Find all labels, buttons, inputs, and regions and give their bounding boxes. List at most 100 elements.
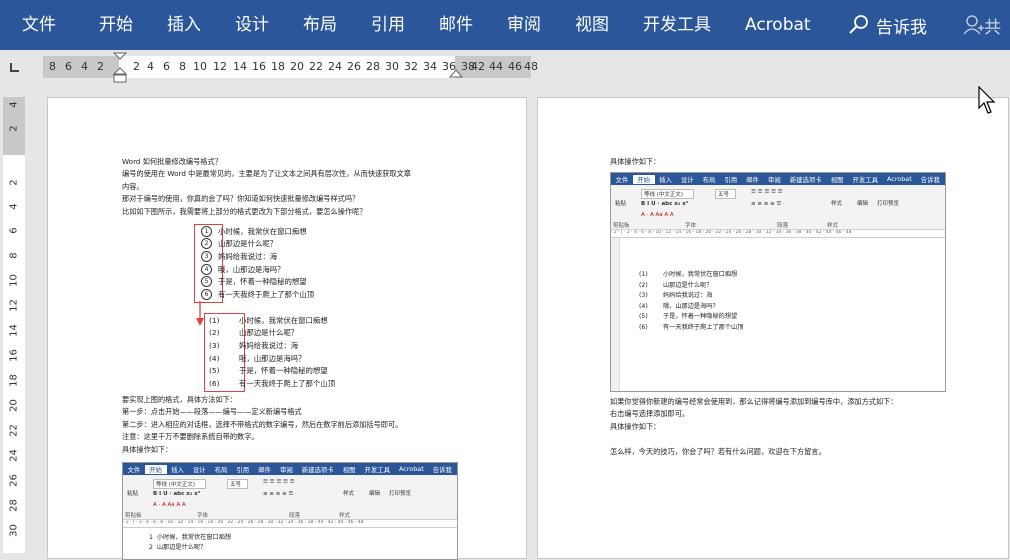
list-item: 4 哦，山那边是海吗？ bbox=[201, 263, 314, 276]
embedded-document: 1 小时候，我常伏在窗口痴想 2 山那边是什么呢？ bbox=[123, 528, 457, 558]
right-indent-marker-icon[interactable] bbox=[449, 68, 463, 80]
embedded-paste-label: 粘贴 bbox=[127, 491, 139, 497]
list-item: (2) 山那边是什么呢？ bbox=[639, 281, 743, 292]
ruler-number: 4 bbox=[147, 60, 154, 73]
ruler-number: 42 bbox=[471, 60, 485, 73]
paragraph: 第一步：点击开始——段落——编号——定义新编号格式 bbox=[122, 407, 302, 417]
embedded-tab: 开始 bbox=[144, 464, 167, 474]
indent-marker-icon[interactable] bbox=[113, 52, 127, 86]
embedded-font-group: 字体 bbox=[685, 223, 697, 229]
list-text: 山那边是什么呢？ bbox=[239, 328, 299, 338]
embedded-tab: 审阅 bbox=[279, 465, 293, 474]
tab-file[interactable]: 文件 bbox=[0, 0, 82, 50]
list-number: (6) bbox=[209, 378, 220, 388]
embedded-tab: 视图 bbox=[830, 175, 844, 184]
ruler-number: 30 bbox=[385, 60, 399, 73]
ruler-number: 6 bbox=[65, 60, 72, 73]
ruler-number: 8 bbox=[8, 252, 20, 259]
user-icon bbox=[963, 15, 984, 35]
list-item: 6 有一天我终于爬上了那个山顶 bbox=[201, 288, 314, 301]
ruler-number: 18 bbox=[271, 60, 285, 73]
list-number: (3) bbox=[639, 292, 648, 299]
list-number: 2 bbox=[201, 238, 212, 250]
ruler-number: 16 bbox=[8, 349, 20, 362]
ruler-number: 34 bbox=[423, 60, 437, 73]
list-number: (5) bbox=[209, 366, 220, 376]
paragraph: 具体操作如下： bbox=[610, 421, 661, 431]
list-text: 哦，山那边是海吗？ bbox=[239, 353, 306, 363]
parenthesized-number-list: (1) 小时候，我常伏在窗口痴想 (2) 山那边是什么呢？ (3) 妈妈给我说过：海 … bbox=[209, 314, 335, 390]
list-text: 妈妈给我说过：海 bbox=[239, 340, 299, 350]
list-text: 妈妈给我说过：海 bbox=[663, 292, 713, 299]
tell-me-box[interactable]: 告诉我 bbox=[848, 0, 927, 50]
list-item: 2 山那边是什么呢？ bbox=[201, 238, 314, 251]
ruler-number: 16 bbox=[252, 60, 266, 73]
embedded-tab: 开发工具 bbox=[852, 175, 879, 184]
list-text: 山那边是什么呢？ bbox=[663, 281, 713, 289]
list-number: 5 bbox=[201, 276, 212, 288]
vertical-ruler[interactable]: 4 2 2 4 6 8 10 12 14 16 18 20 22 24 26 28 30 bbox=[3, 97, 25, 553]
embedded-para-group: 段落 bbox=[777, 223, 789, 229]
embedded-font-size: 五号 bbox=[715, 189, 737, 199]
ruler-number: 30 bbox=[8, 524, 20, 537]
paragraph: 右击编号选择添加即可。 bbox=[610, 409, 690, 419]
tab-references[interactable]: 引用 bbox=[354, 0, 422, 50]
embedded-tab: 设计 bbox=[680, 175, 694, 184]
list-number: 2 bbox=[149, 544, 153, 551]
list-text: 于是，怀着一种隐秘的想望 bbox=[218, 277, 307, 287]
ruler-number: 28 bbox=[366, 60, 380, 73]
ruler-number: 2 bbox=[97, 60, 104, 73]
ruler-number: 12 bbox=[8, 299, 20, 312]
embedded-tab: Acrobat bbox=[887, 175, 912, 183]
list-text: 小时候，我常伏在窗口痴想 bbox=[239, 315, 328, 325]
tab-mailings[interactable]: 邮件 bbox=[422, 0, 490, 50]
paragraph bbox=[610, 433, 898, 445]
list-item: (2) 山那边是什么呢？ bbox=[209, 327, 335, 340]
embedded-tab: 开始 bbox=[632, 174, 655, 184]
list-item: (4) 哦，山那边是海吗？ bbox=[209, 352, 335, 365]
tab-layout[interactable]: 布局 bbox=[286, 0, 354, 50]
list-item: (1) 小时候，我常伏在窗口痴想 bbox=[209, 314, 335, 327]
document-page-1[interactable]: Word 如何批量修改编号格式？ 编号的使用在 Word 中是最常见的，主要是为… bbox=[47, 97, 527, 560]
ruler-number: 6 bbox=[163, 60, 170, 73]
ruler-number: 12 bbox=[213, 60, 227, 73]
list-item: (5) 于是，怀着一种隐秘的想望 bbox=[639, 312, 743, 323]
ruler-number: 4 bbox=[8, 101, 20, 108]
list-text: 小时候，我常伏在窗口痴想 bbox=[663, 271, 738, 278]
tab-home[interactable]: 开始 bbox=[82, 0, 150, 50]
share-label: 共 bbox=[984, 17, 1001, 38]
document-page-2[interactable]: 具体操作如下： 文件 开始 插入 设计 布局 引用 邮件 审阅 新建选项卡 视图… bbox=[537, 97, 1009, 559]
ruler-number: 14 bbox=[233, 60, 247, 73]
tab-view[interactable]: 视图 bbox=[558, 0, 626, 50]
embedded-font-size: 五号 bbox=[227, 479, 249, 489]
embedded-edit-label: 编辑 bbox=[369, 491, 381, 497]
page2-label: 具体操作如下： bbox=[610, 156, 660, 168]
embedded-print-preview-label: 打印预览 bbox=[389, 491, 412, 497]
list-number: (4) bbox=[639, 302, 648, 310]
tab-developer[interactable]: 开发工具 bbox=[626, 0, 728, 50]
share-button[interactable]: 共 bbox=[962, 0, 1001, 50]
ruler-number: 22 bbox=[309, 60, 323, 73]
embedded-tab: 新建选项卡 bbox=[301, 465, 334, 474]
tab-insert[interactable]: 插入 bbox=[150, 0, 218, 50]
ruler-number: 20 bbox=[290, 60, 304, 73]
list-text: 有一天我终于爬上了那个山顶 bbox=[663, 323, 744, 331]
list-number: (4) bbox=[209, 353, 220, 363]
doc-title: Word 如何批量修改编号格式？ bbox=[122, 157, 222, 166]
embedded-print-preview-label: 打印预览 bbox=[877, 201, 900, 207]
embedded-toolbar: 粘贴 等线 (中文正文) 五号 B I U · abc x₂ x² A · A … bbox=[123, 475, 457, 520]
tab-review[interactable]: 审阅 bbox=[490, 0, 558, 50]
embedded-tab: 开发工具 bbox=[364, 465, 391, 474]
embedded-tab: 插入 bbox=[659, 175, 672, 184]
list-item: 1 小时候，我常伏在窗口痴想 bbox=[201, 225, 314, 238]
tab-selector-icon[interactable] bbox=[8, 62, 20, 74]
embedded-clipboard-group: 剪贴板 bbox=[125, 513, 142, 519]
paragraph: 内容。 bbox=[122, 181, 144, 191]
tab-acrobat[interactable]: Acrobat bbox=[728, 0, 828, 50]
ruler-number: 2 bbox=[8, 179, 20, 186]
tab-design[interactable]: 设计 bbox=[218, 0, 286, 50]
embedded-tab: 布局 bbox=[214, 465, 228, 474]
list-item: (1) 小时候，我常伏在窗口痴想 bbox=[639, 270, 743, 281]
steps-paragraphs: 要实现上图的格式，具体方法如下： 第一步：点击开始——段落——编号——定义新编号… bbox=[122, 394, 402, 456]
list-item: (3) 妈妈给我说过：海 bbox=[639, 291, 743, 302]
